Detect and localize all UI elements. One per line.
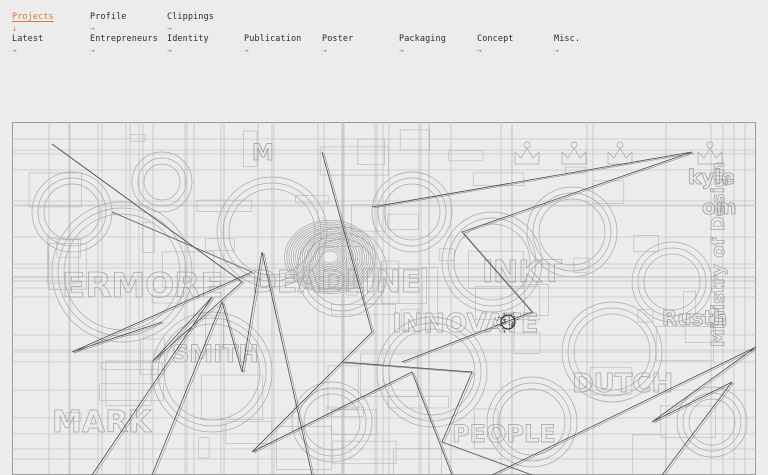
category-label: Latest — [12, 34, 44, 44]
arrow-right-icon: → — [167, 46, 172, 55]
artwork-text-om: om — [702, 195, 737, 219]
arrow-right-icon: → — [244, 46, 249, 55]
svg-text:DEADLINE: DEADLINE — [252, 265, 421, 300]
svg-text:ERMORE: ERMORE — [62, 266, 224, 306]
category-packaging[interactable]: Packaging → — [399, 34, 446, 56]
nav-projects[interactable]: Projects ↓ — [12, 12, 54, 34]
nav-profile-label: Profile — [90, 12, 127, 22]
artwork-text-rusth: Rusth — [662, 306, 727, 330]
arrow-right-icon: → — [90, 46, 95, 55]
category-concept[interactable]: Concept → — [477, 34, 514, 56]
artwork-text-m: M — [252, 141, 274, 166]
category-latest[interactable]: Latest → — [12, 34, 43, 56]
category-identity[interactable]: Identity → — [167, 34, 209, 56]
arrow-right-icon: → — [12, 46, 17, 55]
nav-clippings[interactable]: Clippings → — [167, 12, 214, 34]
arrow-right-icon: → — [322, 46, 327, 55]
project-artwork[interactable]: ERMORE DEADLINE INKT INNOVATE MARK DUTCH PEOPL… — [12, 122, 756, 475]
arrow-right-icon: → — [554, 46, 559, 55]
category-label: Poster — [322, 34, 354, 44]
svg-text:PEOPLE: PEOPLE — [452, 420, 556, 448]
artwork-illustration: ERMORE DEADLINE INKTINNOVATEMARKDUTCHPEOPL… — [12, 122, 756, 475]
category-label: Publication — [244, 34, 302, 44]
svg-text:INKT: INKT — [482, 255, 563, 290]
category-entrepreneurs[interactable]: Entrepreneurs → — [90, 34, 158, 56]
arrow-right-icon: → — [399, 46, 404, 55]
category-label: Packaging — [399, 34, 446, 44]
category-nav: Latest → Entrepreneurs → Identity → Publ… — [0, 34, 768, 64]
category-label: Misc. — [554, 34, 581, 44]
arrow-right-icon: → — [477, 46, 482, 55]
arrow-down-icon: ↓ — [12, 24, 17, 33]
artwork-text-kyle: kyle — [688, 165, 735, 189]
category-publication[interactable]: Publication → — [244, 34, 301, 56]
category-misc[interactable]: Misc. → — [554, 34, 580, 56]
nav-clippings-label: Clippings — [167, 12, 214, 22]
category-poster[interactable]: Poster → — [322, 34, 353, 56]
svg-text:INNOVATE: INNOVATE — [392, 309, 539, 339]
category-label: Concept — [477, 34, 514, 44]
arrow-right-icon: → — [90, 24, 95, 33]
nav-projects-label: Projects — [12, 12, 54, 22]
category-label: Entrepreneurs — [90, 34, 158, 44]
category-label: Identity — [167, 34, 209, 44]
arrow-right-icon: → — [167, 24, 172, 33]
svg-text:MARK: MARK — [52, 405, 153, 440]
nav-profile[interactable]: Profile → — [90, 12, 127, 34]
